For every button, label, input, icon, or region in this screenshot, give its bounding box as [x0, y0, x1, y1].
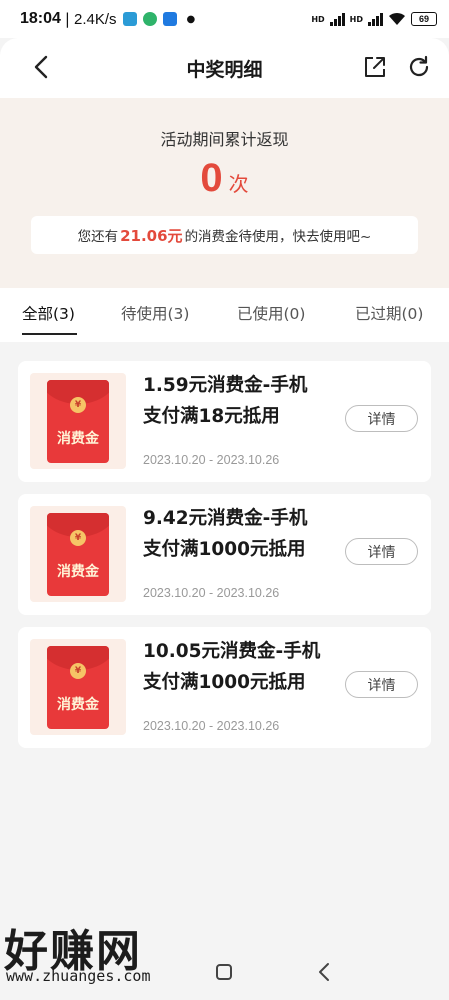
cashback-count-value: 0: [200, 156, 223, 200]
coupon-title-line2: 支付满1000元抵用: [143, 539, 306, 560]
cashback-count-unit: 次: [228, 172, 249, 196]
coupon-card[interactable]: ¥ 消费金 1.59元消费金-手机 支付满18元抵用 2023.10.20 - …: [18, 361, 431, 482]
refresh-icon: [409, 55, 429, 77]
envelope-label: 消费金: [57, 431, 99, 447]
envelope-label: 消费金: [57, 564, 99, 580]
hd-label-1: HD: [311, 14, 325, 24]
yuan-coin-icon: ¥: [70, 663, 86, 679]
status-time: 18:04: [20, 10, 61, 27]
zhihu-notification-icon: [162, 12, 177, 26]
share-button[interactable]: [360, 52, 390, 82]
site-watermark-url: www.zhuanges.com: [6, 967, 151, 985]
share-icon: [365, 57, 385, 77]
signal-icon: [329, 12, 345, 26]
tab-all[interactable]: 全部(3): [22, 302, 75, 324]
pending-credit-notice[interactable]: 您还有 21.06元 的消费金待使用，快去使用吧~: [31, 216, 418, 254]
coupon-validity: 2023.10.20 - 2023.10.26: [143, 586, 280, 600]
coupon-title: 9.42元消费金-手机 支付满1000元抵用: [143, 503, 353, 565]
summary-label: 活动期间累计返现: [160, 130, 289, 149]
chevron-left-icon: [34, 55, 48, 79]
coupon-detail-button[interactable]: 详情: [345, 538, 418, 565]
coupon-title-line2: 支付满18元抵用: [143, 406, 280, 427]
coupon-title: 1.59元消费金-手机 支付满18元抵用: [143, 370, 353, 432]
network-speed: 2.4K/s: [73, 10, 117, 28]
coupon-title: 10.05元消费金-手机 支付满1000元抵用: [143, 636, 353, 698]
coupon-thumbnail: ¥ 消费金: [30, 506, 126, 602]
tab-expired[interactable]: 已过期(0): [355, 302, 423, 324]
hd-label-2: HD: [349, 14, 363, 24]
more-notifications-dot-icon: ●: [186, 13, 196, 25]
envelope-label: 消费金: [57, 697, 99, 713]
coupon-title-line2: 支付满1000元抵用: [143, 672, 306, 693]
yuan-coin-icon: ¥: [70, 530, 86, 546]
coupon-validity: 2023.10.20 - 2023.10.26: [143, 453, 280, 467]
coupon-thumbnail: ¥ 消费金: [30, 373, 126, 469]
notice-suffix: 的消费金待使用，快去使用吧~: [184, 229, 372, 245]
page-header: 中奖明细: [0, 38, 449, 98]
shield-notification-icon: [142, 12, 157, 26]
coupon-thumbnail: ¥ 消费金: [30, 639, 126, 735]
coupon-detail-button[interactable]: 详情: [345, 405, 418, 432]
cashback-summary: 活动期间累计返现 0次 您还有 21.06元 的消费金待使用，快去使用吧~: [0, 98, 449, 288]
coupon-title-line1: 10.05元消费金-手机: [143, 641, 321, 662]
notice-amount: 21.06元: [120, 226, 183, 245]
coupon-detail-button[interactable]: 详情: [345, 671, 418, 698]
status-separator: |: [64, 10, 70, 28]
red-envelope-icon: ¥ 消费金: [47, 646, 109, 729]
yuan-coin-icon: ¥: [70, 397, 86, 413]
notice-prefix: 您还有: [77, 229, 119, 245]
home-square-icon[interactable]: [216, 964, 232, 980]
coupon-title-line1: 1.59元消费金-手机: [143, 375, 308, 396]
battery-icon: 69: [411, 12, 437, 26]
coupon-card[interactable]: ¥ 消费金 10.05元消费金-手机 支付满1000元抵用 2023.10.20…: [18, 627, 431, 748]
coupon-title-line1: 9.42元消费金-手机: [143, 508, 308, 529]
status-bar: 18:04 | 2.4K/s ● HD HD 69: [0, 0, 449, 38]
coupon-card[interactable]: ¥ 消费金 9.42元消费金-手机 支付满1000元抵用 2023.10.20 …: [18, 494, 431, 615]
coupon-validity: 2023.10.20 - 2023.10.26: [143, 719, 280, 733]
status-right: HD HD 69: [311, 12, 437, 26]
tab-pending[interactable]: 待使用(3): [121, 302, 189, 324]
page-title: 中奖明细: [186, 58, 263, 81]
refresh-button[interactable]: [404, 52, 434, 82]
active-tab-indicator: [22, 333, 77, 335]
wifi-icon: [389, 12, 405, 25]
filter-tabs: 全部(3) 待使用(3) 已使用(0) 已过期(0): [0, 288, 449, 342]
red-envelope-icon: ¥ 消费金: [47, 513, 109, 596]
signal-icon-2: [368, 12, 383, 26]
app-notification-icon: [122, 12, 137, 26]
back-button[interactable]: [26, 52, 56, 82]
red-envelope-icon: ¥ 消费金: [47, 380, 109, 463]
cashback-count: 0次: [0, 156, 449, 201]
nav-back-icon[interactable]: [318, 962, 330, 982]
tab-used[interactable]: 已使用(0): [237, 302, 305, 324]
